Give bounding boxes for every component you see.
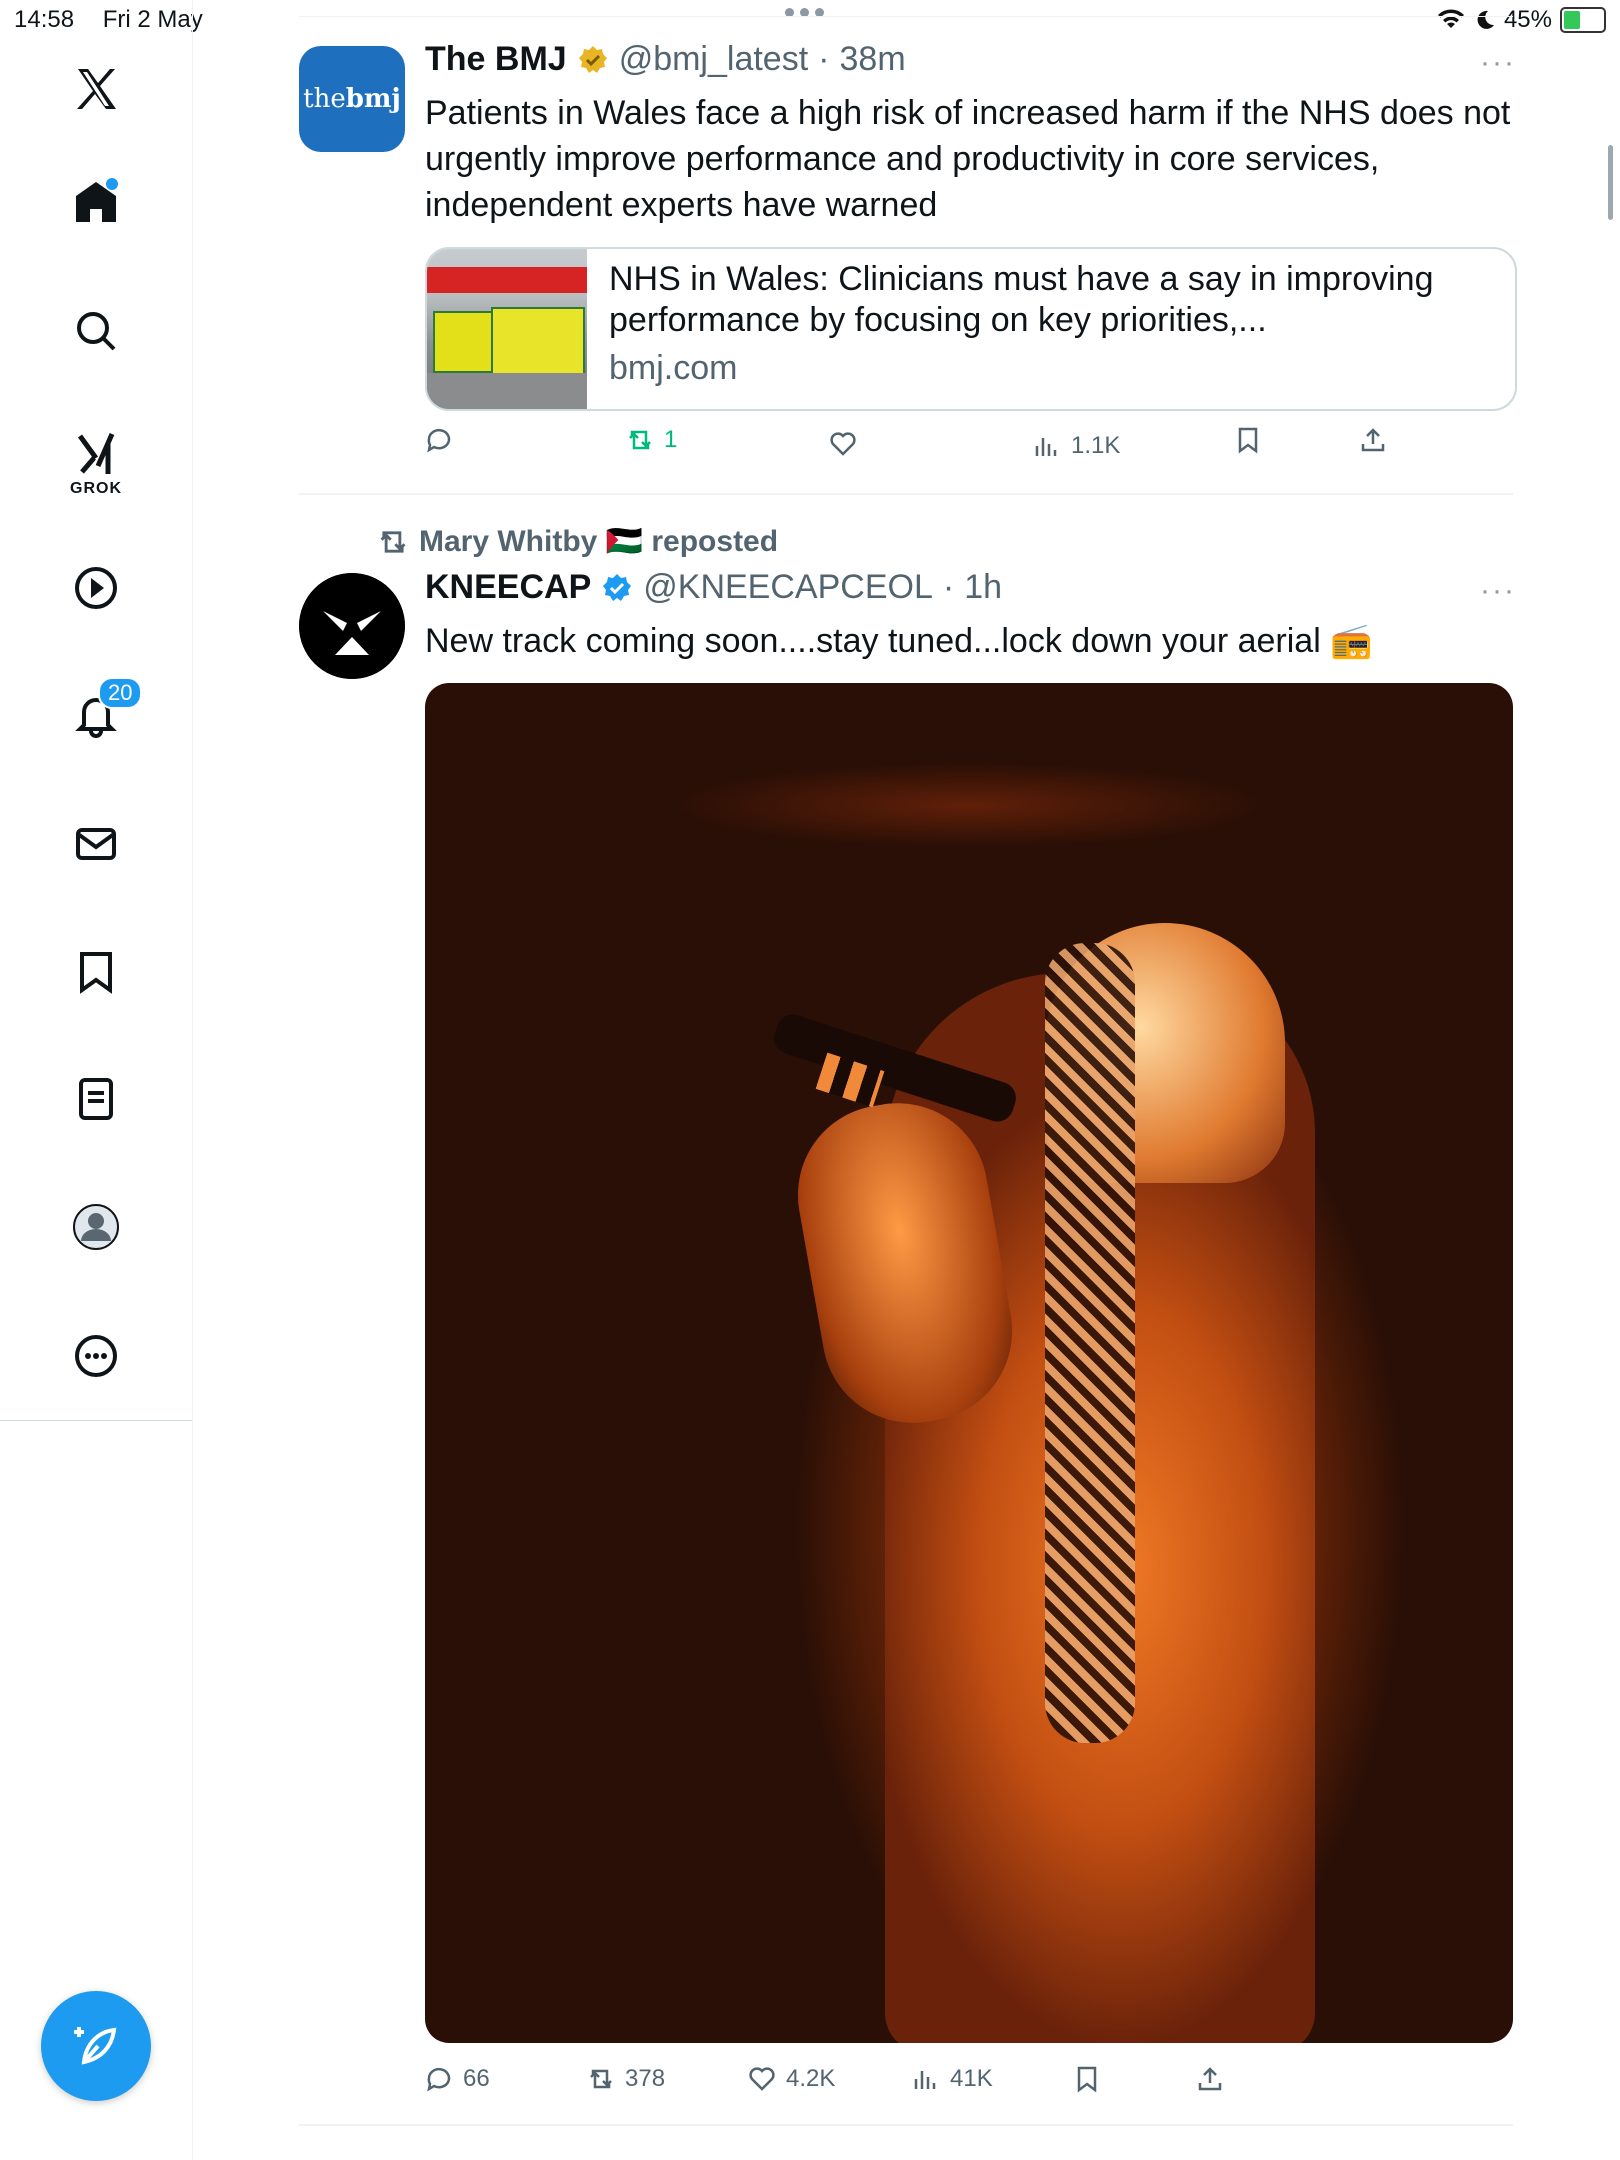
nav-grok[interactable]: GROK <box>60 418 132 497</box>
post-separator <box>299 493 1513 495</box>
tweet-text: New track coming soon....stay tuned...lo… <box>425 622 1373 660</box>
link-card[interactable]: NHS in Wales: Clinicians must have a say… <box>425 247 1517 411</box>
more-circle-icon <box>75 1335 117 1377</box>
battery-icon <box>1560 7 1606 33</box>
nav-home[interactable] <box>60 166 132 238</box>
nav-messages[interactable] <box>60 808 132 880</box>
bookmark-icon <box>1077 2066 1097 2093</box>
author-handle[interactable]: @KNEECAPCEOL <box>643 568 933 607</box>
like-button[interactable] <box>829 430 867 458</box>
bookmark-button[interactable] <box>1073 2065 1101 2093</box>
wifi-icon <box>1437 9 1464 28</box>
tweet-header: KNEECAP @KNEECAPCEOL · 1h <box>425 568 1002 607</box>
gold-verified-icon <box>578 45 607 73</box>
more-options-icon[interactable]: ··· <box>1480 574 1516 608</box>
tweet-text: Patients in Wales face a high risk of in… <box>425 94 1511 224</box>
kneecap-logo-icon <box>299 573 405 679</box>
heart-icon <box>830 432 856 456</box>
bookmark-button[interactable] <box>1234 426 1262 454</box>
battery-percent: 45% <box>1503 6 1552 33</box>
post-time[interactable]: 38m <box>840 40 906 79</box>
mail-icon <box>76 828 116 860</box>
separator-dot: · <box>942 568 955 606</box>
timeline-top-border <box>299 16 1513 17</box>
keffiyeh-scarf <box>1045 943 1135 1743</box>
views-button[interactable]: 41K <box>912 2065 993 2093</box>
post-time[interactable]: 1h <box>964 568 1002 607</box>
more-options-icon[interactable]: ··· <box>1480 46 1516 80</box>
bmj-avatar[interactable]: the bmj <box>299 46 405 152</box>
repost-button[interactable]: 378 <box>587 2065 665 2093</box>
author-handle[interactable]: @bmj_latest <box>619 40 808 79</box>
share-button[interactable] <box>1359 426 1387 454</box>
tweet-header: The BMJ @bmj_latest · 38m <box>425 40 906 79</box>
repost-count: 378 <box>625 2065 666 2092</box>
nav-lists[interactable] <box>60 1063 132 1135</box>
reply-count: 66 <box>463 2065 490 2092</box>
views-button[interactable]: 1.1K <box>1033 432 1120 460</box>
home-unread-dot <box>106 178 118 190</box>
avatar-text-bmj: bmj <box>345 84 401 114</box>
kneecap-avatar[interactable] <box>299 573 405 679</box>
sidebar-divider <box>0 1420 192 1421</box>
tweet-photo[interactable] <box>425 683 1513 2043</box>
post-separator <box>299 2124 1513 2126</box>
views-chart-icon <box>914 2071 936 2089</box>
nav-more[interactable] <box>60 1320 132 1392</box>
compose-feather-icon <box>74 2027 117 2065</box>
share-button[interactable] <box>1196 2065 1224 2093</box>
repost-count: 1 <box>664 426 678 453</box>
nav-profile[interactable] <box>60 1191 132 1263</box>
compose-post-button[interactable] <box>41 1991 151 2101</box>
repost-button[interactable]: 1 <box>626 426 677 454</box>
reposted-by-text: Mary Whitby 🇵🇸 reposted <box>419 525 779 558</box>
ambulance-thumbnail <box>427 249 587 409</box>
repost-icon <box>629 430 651 450</box>
reply-button[interactable] <box>425 426 463 454</box>
reply-button[interactable]: 66 <box>425 2065 490 2093</box>
scrollbar-thumb[interactable] <box>1608 145 1613 220</box>
share-icon <box>1361 428 1385 452</box>
x-logo-icon[interactable] <box>60 53 132 125</box>
repost-icon <box>380 530 406 553</box>
heart-icon <box>749 2067 775 2091</box>
views-count: 1.1K <box>1071 432 1121 459</box>
reply-icon <box>427 2067 451 2092</box>
grok-icon <box>77 432 115 474</box>
separator-dot: · <box>818 40 830 78</box>
link-card-domain: bmj.com <box>609 349 738 387</box>
avatar-text-the: the <box>303 84 346 114</box>
search-icon <box>77 312 116 351</box>
views-count: 41K <box>950 2065 993 2092</box>
nav-notifications[interactable]: 20 <box>60 677 143 751</box>
repost-context[interactable]: Mary Whitby 🇵🇸 reposted <box>377 524 778 559</box>
like-count: 4.2K <box>786 2065 836 2092</box>
list-icon <box>79 1078 113 1120</box>
bookmark-icon <box>1238 427 1258 454</box>
blue-verified-icon <box>603 573 632 601</box>
bookmark-icon <box>80 952 112 994</box>
reply-icon <box>427 428 451 453</box>
nav-search[interactable] <box>60 295 132 367</box>
grok-label: GROK <box>70 480 122 497</box>
moon-icon <box>1477 10 1494 29</box>
like-button[interactable]: 4.2K <box>748 2065 835 2093</box>
share-icon <box>1198 2067 1222 2091</box>
nav-bookmarks[interactable] <box>60 936 132 1008</box>
repost-icon <box>590 2069 612 2089</box>
profile-avatar-icon <box>73 1204 119 1250</box>
notifications-badge: 20 <box>98 677 143 709</box>
link-card-title: NHS in Wales: Clinicians must have a say… <box>609 260 1434 339</box>
nav-video[interactable] <box>60 552 132 624</box>
author-name[interactable]: KNEECAP <box>425 568 591 607</box>
status-bar-right: 45% <box>1436 6 1606 34</box>
views-chart-icon <box>1035 438 1057 456</box>
play-icon <box>75 567 117 609</box>
author-name[interactable]: The BMJ <box>425 40 567 79</box>
